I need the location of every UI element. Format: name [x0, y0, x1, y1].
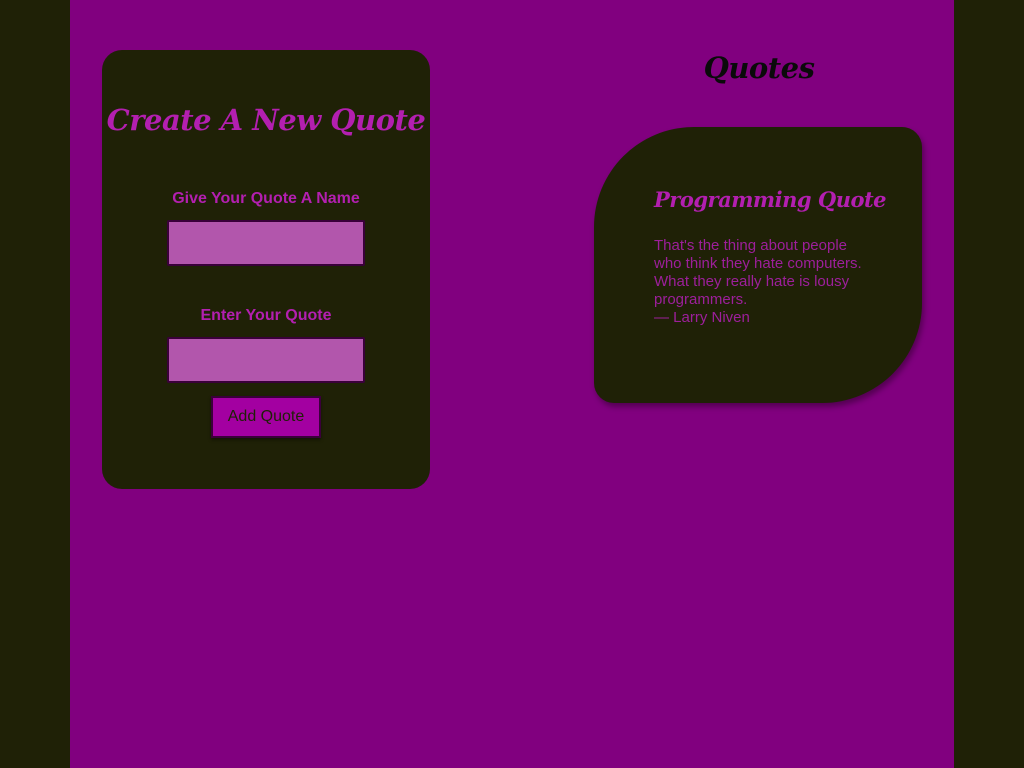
quotes-heading: Quotes — [703, 51, 815, 85]
quote-name-label: Give Your Quote A Name — [172, 190, 360, 207]
quote-body: That's the thing about people who think … — [654, 237, 869, 327]
quote-text-input[interactable] — [167, 337, 365, 383]
quote-title: Programming Quote — [654, 187, 887, 212]
add-quote-button[interactable]: Add Quote — [211, 396, 321, 438]
page-container: Create A New Quote Give Your Quote A Nam… — [70, 0, 954, 768]
new-quote-form-card: Create A New Quote Give Your Quote A Nam… — [102, 50, 430, 489]
quote-author: — Larry Niven — [654, 309, 750, 326]
quote-card: Programming Quote That's the thing about… — [594, 127, 922, 403]
form-title: Create A New Quote — [106, 103, 426, 137]
quote-name-input[interactable] — [167, 220, 365, 266]
quote-text: That's the thing about people who think … — [654, 237, 862, 308]
quote-text-label: Enter Your Quote — [200, 307, 332, 324]
